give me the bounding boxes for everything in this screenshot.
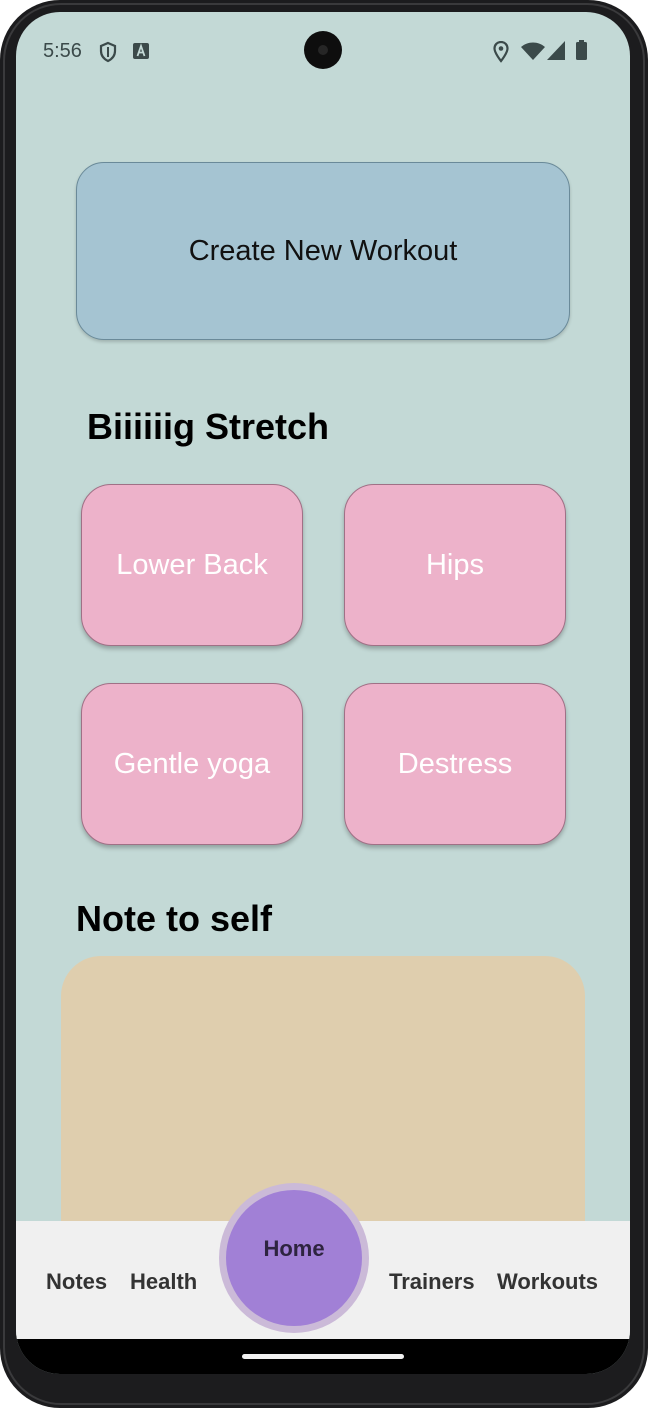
phone-frame: 5:56 Create New Workout Biiiiiig Stretch… (0, 0, 648, 1408)
nav-notes[interactable]: Notes (46, 1269, 107, 1295)
text-a-icon (133, 43, 149, 64)
status-time: 5:56 (43, 40, 82, 62)
create-new-workout-button[interactable]: Create New Workout (76, 162, 570, 340)
stretch-section-title: Biiiiiig Stretch (87, 406, 330, 447)
signal-icon (547, 41, 565, 65)
gentle-yoga-button[interactable]: Gentle yoga (81, 683, 303, 845)
shield-icon (98, 41, 118, 68)
wifi-icon (521, 42, 545, 65)
nav-trainers[interactable]: Trainers (389, 1269, 475, 1295)
nav-workouts[interactable]: Workouts (497, 1269, 598, 1295)
gesture-handle[interactable] (242, 1354, 404, 1359)
notes-section-title: Note to self (76, 898, 273, 939)
nav-home-button[interactable]: Home (226, 1190, 362, 1326)
nav-home-label: Home (263, 1236, 325, 1261)
location-icon (493, 40, 509, 68)
nav-health[interactable]: Health (130, 1269, 197, 1295)
battery-icon (576, 40, 587, 65)
lower-back-button[interactable]: Lower Back (81, 484, 303, 646)
destress-button[interactable]: Destress (344, 683, 566, 845)
hips-button[interactable]: Hips (344, 484, 566, 646)
front-camera (304, 31, 342, 69)
app-screen: 5:56 Create New Workout Biiiiiig Stretch… (16, 12, 630, 1374)
